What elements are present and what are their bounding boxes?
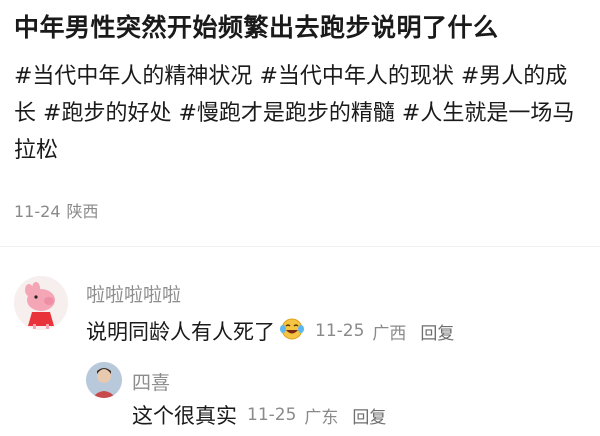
comment-body: 说明同龄人有人死了 11-25 广西 回复 bbox=[86, 316, 454, 346]
reply-button[interactable]: 回复 bbox=[420, 319, 454, 344]
reply-button[interactable]: 回复 bbox=[352, 403, 386, 428]
reply-date: 11-25 bbox=[247, 405, 297, 425]
hashtag[interactable]: #当代中年人的现状 bbox=[259, 64, 453, 89]
user-photo-icon bbox=[86, 362, 122, 398]
avatar[interactable] bbox=[86, 362, 122, 398]
reply-location: 广东 bbox=[304, 407, 339, 428]
post-location: 陕西 bbox=[66, 202, 99, 221]
hashtag[interactable]: #跑步的好处 bbox=[43, 101, 171, 126]
comment-username[interactable]: 啦啦啦啦啦 bbox=[86, 280, 181, 307]
pig-avatar-icon bbox=[14, 276, 68, 330]
avatar[interactable] bbox=[14, 276, 68, 330]
reply-text: 这个很真实 bbox=[132, 404, 237, 428]
post-title: 中年男性突然开始频繁出去跑步说明了什么 bbox=[14, 13, 499, 42]
hashtag[interactable]: #慢跑才是跑步的精髓 bbox=[178, 101, 394, 126]
reply-body: 这个很真实 11-25 广东 回复 bbox=[132, 400, 386, 430]
tag-list: #当代中年人的精神状况 #当代中年人的现状 #男人的成长 #跑步的好处 #慢跑才… bbox=[14, 58, 586, 169]
comment-date: 11-25 bbox=[315, 321, 365, 341]
comment-location: 广西 bbox=[372, 323, 407, 344]
reply-username[interactable]: 四喜 bbox=[132, 368, 170, 395]
post-date: 11-24 bbox=[14, 202, 61, 221]
post-meta: 11-24 陕西 bbox=[14, 198, 105, 222]
comment-text: 说明同龄人有人死了 bbox=[86, 320, 275, 344]
hashtag[interactable]: #当代中年人的精神状况 bbox=[14, 64, 252, 89]
divider bbox=[0, 246, 600, 247]
crying-laughing-icon bbox=[279, 317, 305, 346]
